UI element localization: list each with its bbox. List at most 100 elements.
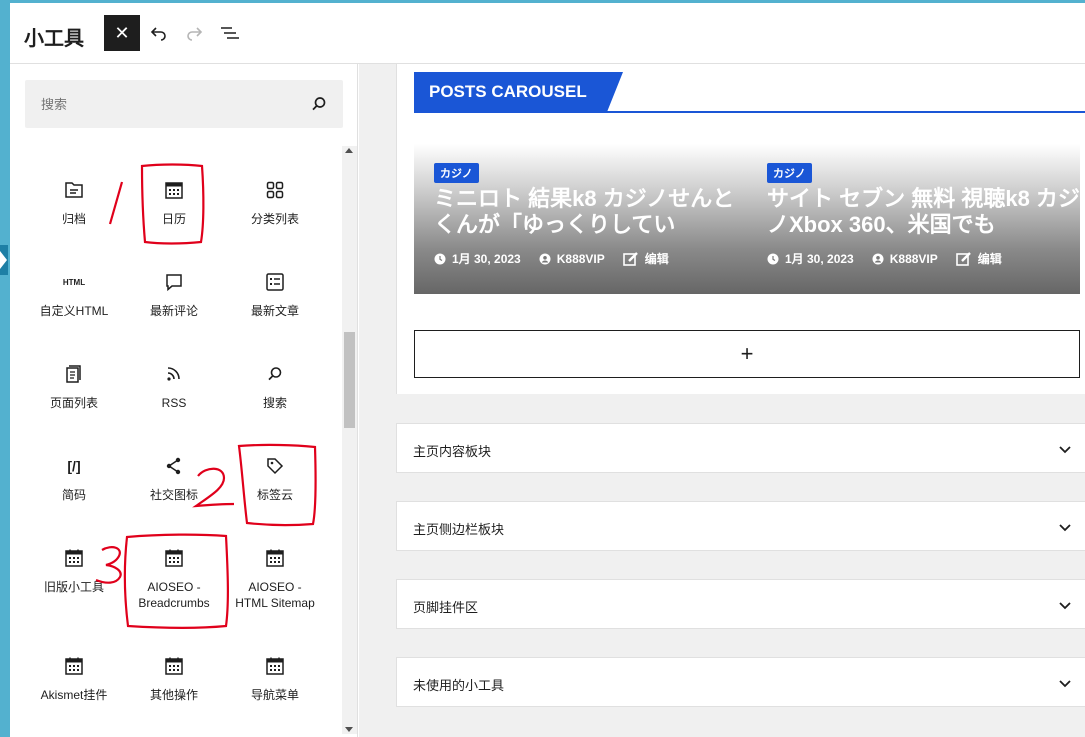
redo-icon[interactable] — [182, 21, 206, 45]
icon-text: HTML — [62, 277, 86, 287]
close-inserter-button[interactable]: ✕ — [104, 15, 140, 51]
post-edit-link[interactable]: 编辑 — [978, 250, 1002, 267]
block-label: 旧版小工具 — [43, 580, 104, 594]
post-date: 1月 30, 2023 — [452, 252, 521, 266]
block-label: 社交图标 — [149, 488, 198, 502]
block-label: 搜索 — [262, 396, 287, 410]
block-label: 页面列表 — [49, 396, 98, 410]
block-label: AIOSEO - Breadcrumbs — [138, 580, 210, 610]
post-title[interactable]: サイト セブン 無料 視聴k8 カジノXbox 360、米国でも — [767, 186, 1085, 238]
block-item[interactable]: AIOSEO - Breadcrumbs — [124, 546, 224, 611]
block-label: 归档 — [61, 212, 86, 226]
block-label: 标签云 — [256, 488, 293, 502]
user-icon — [539, 253, 551, 264]
tag-icon — [225, 454, 325, 478]
calendar-icon — [124, 178, 224, 202]
posts-carousel[interactable]: カジノ ミニロト 結果k8 カジノせんとくんが「ゆっくりしてい 1月 30, 2… — [414, 144, 1080, 294]
widget-icon — [124, 654, 224, 678]
block-item[interactable]: 日历 — [124, 178, 224, 227]
block-inserter-panel: 归档 日历 分类列表 HTML 自定义HTML 最新评论 最新文章页面列表 RSS 搜索 [/] 简… — [10, 64, 358, 737]
widget-area-homepage-sidebar[interactable]: 主页侧边栏板块 — [396, 501, 1085, 551]
block-item[interactable]: HTML 自定义HTML — [24, 270, 124, 319]
widget-area-preview: POSTS CAROUSEL カジノ ミニロト 結果k8 カジノせんとくんが「ゆ… — [396, 64, 1085, 394]
block-label: 日历 — [161, 212, 186, 226]
block-item[interactable]: 最新评论 — [124, 270, 224, 319]
widget-areas: POSTS CAROUSEL カジノ ミニロト 結果k8 カジノせんとくんが「ゆ… — [359, 64, 1085, 737]
panel-label: 主页内容板块 — [413, 444, 492, 459]
archive-icon — [24, 178, 124, 202]
comment-icon — [124, 270, 224, 294]
post-author[interactable]: K888VIP — [890, 252, 938, 266]
block-search-input[interactable] — [25, 80, 305, 128]
carousel-post[interactable]: カジノ ミニロト 結果k8 カジノせんとくんが「ゆっくりしてい 1月 30, 2… — [434, 163, 754, 267]
share-icon — [124, 454, 224, 478]
block-item[interactable]: 其他操作 — [124, 654, 224, 703]
widget-icon — [24, 546, 124, 570]
widget-area-homepage-content[interactable]: 主页内容板块 — [396, 423, 1085, 473]
edit-icon — [622, 251, 638, 266]
widget-icon — [124, 546, 224, 570]
shortcode-icon: [/] — [24, 454, 124, 478]
block-label: 最新评论 — [149, 304, 198, 318]
search-icon[interactable] — [309, 94, 329, 114]
block-item[interactable]: 归档 — [24, 178, 124, 227]
edit-icon — [955, 251, 971, 266]
block-item[interactable]: 旧版小工具 — [24, 546, 124, 595]
block-item[interactable]: Akismet挂件 — [24, 654, 124, 703]
rss-icon — [124, 362, 224, 386]
collapse-arrow-icon — [0, 251, 7, 269]
add-block-button[interactable]: + — [414, 330, 1080, 378]
block-label: 其他操作 — [149, 688, 198, 702]
clock-icon — [434, 253, 446, 264]
post-edit-link[interactable]: 编辑 — [645, 250, 669, 267]
undo-icon[interactable] — [147, 21, 171, 45]
chevron-down-icon[interactable] — [1057, 441, 1073, 457]
post-meta: 1月 30, 2023 K888VIP 编辑 — [767, 250, 1085, 267]
block-item[interactable]: 社交图标 — [124, 454, 224, 503]
category-badge[interactable]: カジノ — [434, 163, 479, 183]
html-icon: HTML — [24, 270, 124, 294]
list-view-icon[interactable] — [218, 21, 242, 45]
block-search — [25, 80, 343, 128]
window-left-edge — [0, 3, 10, 737]
widget-area-inactive[interactable]: 未使用的小工具 — [396, 657, 1085, 707]
scrollbar-thumb[interactable] — [344, 332, 355, 428]
scrollbar[interactable] — [342, 146, 357, 734]
scroll-down-arrow-icon[interactable] — [345, 727, 353, 732]
clock-icon — [767, 253, 779, 264]
scroll-up-arrow-icon[interactable] — [345, 148, 353, 153]
block-item[interactable]: 分类列表 — [225, 178, 325, 227]
post-date: 1月 30, 2023 — [785, 252, 854, 266]
block-item[interactable]: RSS — [124, 362, 224, 411]
block-item[interactable]: 页面列表 — [24, 362, 124, 411]
block-item[interactable]: AIOSEO - HTML Sitemap — [225, 546, 325, 611]
block-item[interactable]: 搜索 — [225, 362, 325, 411]
chevron-down-icon[interactable] — [1057, 519, 1073, 535]
posts-list-icon — [225, 270, 325, 294]
chevron-down-icon[interactable] — [1057, 597, 1073, 613]
widget-icon — [225, 654, 325, 678]
block-item[interactable]: 标签云 — [225, 454, 325, 503]
search-icon — [225, 362, 325, 386]
icon-text: [/] — [67, 458, 81, 474]
block-item[interactable]: [/] 简码 — [24, 454, 124, 503]
category-badge[interactable]: カジノ — [767, 163, 812, 183]
pages-icon — [24, 362, 124, 386]
block-item[interactable]: 导航菜单 — [225, 654, 325, 703]
chevron-down-icon[interactable] — [1057, 675, 1073, 691]
block-label: Akismet挂件 — [40, 688, 108, 702]
block-label: 最新文章 — [250, 304, 299, 318]
block-item[interactable]: 最新文章 — [225, 270, 325, 319]
panel-label: 页脚挂件区 — [413, 600, 479, 615]
block-label: 导航菜单 — [250, 688, 299, 702]
carousel-post[interactable]: カジノ サイト セブン 無料 視聴k8 カジノXbox 360、米国でも 1月 … — [767, 163, 1085, 267]
block-label: RSS — [161, 396, 187, 410]
editor-header: 小工具 ✕ — [10, 3, 1085, 64]
panel-label: 主页侧边栏板块 — [413, 522, 505, 537]
posts-carousel-title: POSTS CAROUSEL — [414, 72, 623, 112]
post-title[interactable]: ミニロト 結果k8 カジノせんとくんが「ゆっくりしてい — [434, 186, 754, 238]
post-author[interactable]: K888VIP — [557, 252, 605, 266]
user-icon — [872, 253, 884, 264]
widget-area-footer[interactable]: 页脚挂件区 — [396, 579, 1085, 629]
panel-label: 未使用的小工具 — [413, 678, 505, 693]
